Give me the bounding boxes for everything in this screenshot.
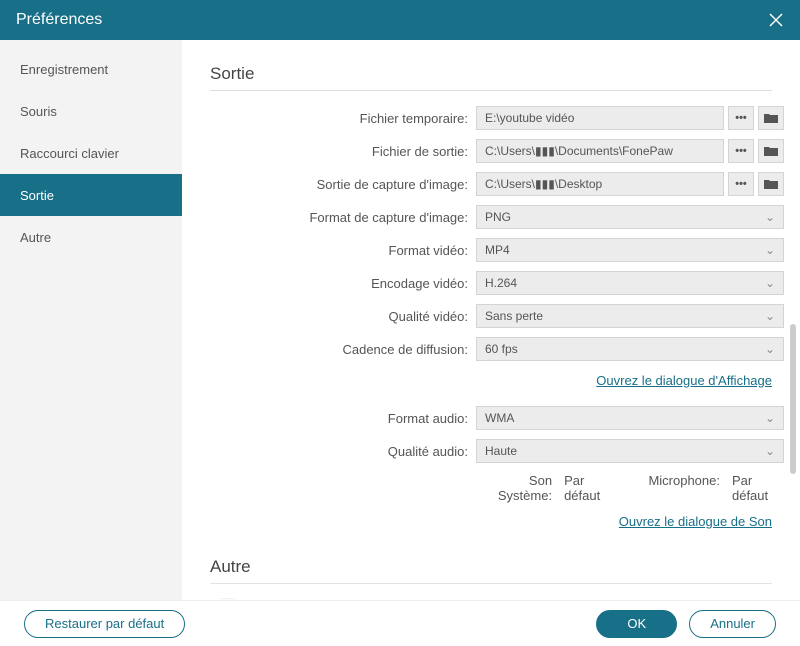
chevron-down-icon: ⌄: [765, 243, 775, 257]
value-system-sound: Par défaut: [564, 473, 620, 503]
sidebar: Enregistrement Souris Raccourci clavier …: [0, 40, 182, 600]
chevron-down-icon: ⌄: [765, 342, 775, 356]
sidebar-item-enregistrement[interactable]: Enregistrement: [0, 48, 182, 90]
sidebar-item-label: Autre: [20, 230, 51, 245]
label-temp-file: Fichier temporaire:: [210, 111, 476, 126]
label-capture-output: Sortie de capture d'image:: [210, 177, 476, 192]
sidebar-item-label: Raccourci clavier: [20, 146, 119, 161]
sidebar-item-label: Souris: [20, 104, 57, 119]
scrollbar-thumb[interactable]: [790, 324, 796, 474]
audio-quality-select[interactable]: Haute⌄: [476, 439, 784, 463]
main-panel: Sortie Fichier temporaire: E:\youtube vi…: [182, 40, 800, 600]
chevron-down-icon: ⌄: [765, 276, 775, 290]
value-microphone: Par défaut: [732, 473, 784, 503]
folder-icon[interactable]: [758, 106, 784, 130]
browse-button[interactable]: •••: [728, 139, 754, 163]
section-header-sortie: Sortie: [210, 64, 772, 91]
sidebar-item-souris[interactable]: Souris: [0, 90, 182, 132]
label-video-format: Format vidéo:: [210, 243, 476, 258]
sidebar-item-sortie[interactable]: Sortie: [0, 174, 182, 216]
sidebar-item-label: Enregistrement: [20, 62, 108, 77]
cancel-button[interactable]: Annuler: [689, 610, 776, 638]
label-audio-quality: Qualité audio:: [210, 444, 476, 459]
sidebar-item-raccourci[interactable]: Raccourci clavier: [0, 132, 182, 174]
label-system-sound: Son Système:: [476, 473, 558, 503]
video-quality-select[interactable]: Sans perte⌄: [476, 304, 784, 328]
label-audio-format: Format audio:: [210, 411, 476, 426]
browse-button[interactable]: •••: [728, 172, 754, 196]
label-output-file: Fichier de sortie:: [210, 144, 476, 159]
close-icon[interactable]: [768, 12, 784, 28]
sidebar-item-autre[interactable]: Autre: [0, 216, 182, 258]
chevron-down-icon: ⌄: [765, 444, 775, 458]
folder-icon[interactable]: [758, 172, 784, 196]
folder-icon[interactable]: [758, 139, 784, 163]
capture-output-field[interactable]: C:\Users\▮▮▮\Desktop: [476, 172, 724, 196]
footer: Restaurer par défaut OK Annuler: [0, 600, 800, 646]
capture-format-select[interactable]: PNG⌄: [476, 205, 784, 229]
titlebar: Préférences: [0, 0, 800, 40]
sidebar-item-label: Sortie: [20, 188, 54, 203]
open-sound-dialog-link[interactable]: Ouvrez le dialogue de Son: [619, 514, 772, 529]
browse-button[interactable]: •••: [728, 106, 754, 130]
chevron-down-icon: ⌄: [765, 411, 775, 425]
temp-file-field[interactable]: E:\youtube vidéo: [476, 106, 724, 130]
label-microphone: Microphone:: [648, 473, 726, 503]
open-display-dialog-link[interactable]: Ouvrez le dialogue d'Affichage: [596, 373, 772, 388]
label-capture-format: Format de capture d'image:: [210, 210, 476, 225]
ok-button[interactable]: OK: [596, 610, 677, 638]
audio-format-select[interactable]: WMA⌄: [476, 406, 784, 430]
fade-overlay: [182, 580, 800, 600]
fps-select[interactable]: 60 fps⌄: [476, 337, 784, 361]
video-format-select[interactable]: MP4⌄: [476, 238, 784, 262]
label-fps: Cadence de diffusion:: [210, 342, 476, 357]
output-file-field[interactable]: C:\Users\▮▮▮\Documents\FonePaw: [476, 139, 724, 163]
label-video-quality: Qualité vidéo:: [210, 309, 476, 324]
window-title: Préférences: [16, 11, 102, 29]
label-video-encoding: Encodage vidéo:: [210, 276, 476, 291]
video-encoding-select[interactable]: H.264⌄: [476, 271, 784, 295]
chevron-down-icon: ⌄: [765, 309, 775, 323]
chevron-down-icon: ⌄: [765, 210, 775, 224]
restore-defaults-button[interactable]: Restaurer par défaut: [24, 610, 185, 638]
